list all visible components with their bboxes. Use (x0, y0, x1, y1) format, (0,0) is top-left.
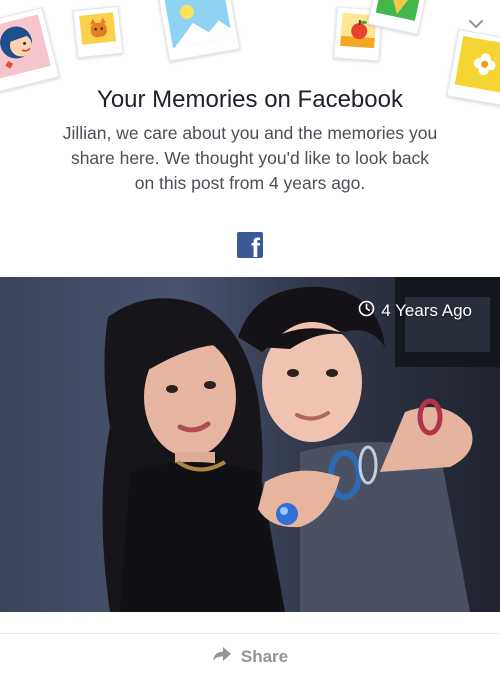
polaroid-girl-illustration (0, 7, 60, 93)
polaroid-cat-illustration (72, 5, 124, 59)
chevron-down-icon[interactable] (466, 14, 486, 34)
polaroid-landscape-illustration (155, 0, 241, 62)
share-arrow-icon (212, 646, 232, 667)
memories-message: Jillian, we care about you and the memor… (62, 123, 438, 193)
facebook-logo-letter: f (251, 233, 260, 259)
clock-icon (358, 300, 375, 322)
memory-photo-artwork (102, 277, 500, 612)
share-button[interactable]: Share (0, 634, 500, 679)
memory-age-text: 4 Years Ago (381, 301, 472, 320)
facebook-logo-icon: f (237, 232, 263, 258)
memories-header: Your Memories on Facebook Jillian, we ca… (0, 0, 500, 276)
memory-photo[interactable] (0, 277, 500, 612)
memory-age-badge: 4 Years Ago (358, 300, 472, 322)
memories-title: Your Memories on Facebook (97, 86, 403, 113)
share-label: Share (240, 646, 289, 666)
